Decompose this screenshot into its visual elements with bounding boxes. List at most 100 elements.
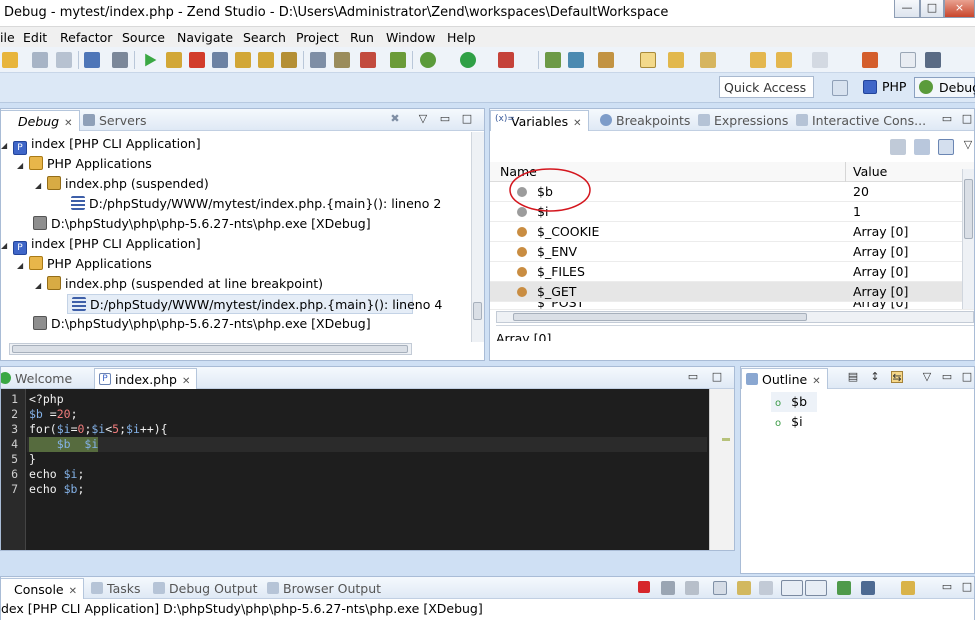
back-icon[interactable]	[776, 52, 792, 68]
resume-icon[interactable]	[145, 53, 157, 67]
tree-item-thread[interactable]: ◢ index.php (suspended)	[35, 174, 209, 194]
use-step-filters-icon[interactable]	[310, 52, 326, 68]
tab-breakpoints[interactable]: Breakpoints	[596, 110, 696, 131]
scroll-thumb[interactable]	[12, 345, 408, 353]
outline-item[interactable]: o $b	[771, 392, 817, 412]
word-wrap-icon[interactable]	[759, 581, 773, 595]
menu-run[interactable]: Run	[350, 30, 374, 45]
wrench-icon[interactable]	[598, 52, 614, 68]
menu-help[interactable]: Help	[447, 30, 476, 45]
expand-icon[interactable]: ◢	[35, 276, 47, 296]
tab-index-php[interactable]: P index.php ✕	[94, 368, 198, 389]
expand-icon[interactable]: ◢	[17, 156, 29, 176]
maximize-view-icon[interactable]: □	[961, 581, 973, 593]
variable-row[interactable]: $_COOKIE Array [0]	[490, 222, 974, 242]
new-window-icon[interactable]	[900, 52, 916, 68]
expand-icon[interactable]: ◢	[35, 176, 47, 196]
variables-hscroll[interactable]	[496, 311, 974, 323]
tree-item-thread[interactable]: ◢ index.php (suspended at line breakpoint…	[35, 274, 323, 294]
variable-detail-pane[interactable]: Array [0]	[496, 327, 551, 341]
close-window-button[interactable]: ×	[944, 0, 975, 18]
remove-launch-icon[interactable]	[661, 581, 675, 595]
php-perspective-button[interactable]: PHP	[858, 77, 910, 98]
quick-access-input[interactable]: Quick Access	[719, 76, 814, 98]
minimize-view-icon[interactable]: ▭	[941, 371, 953, 383]
tree-item-applications[interactable]: ◢ PHP Applications	[17, 154, 152, 174]
tree-item-applications[interactable]: ◢ PHP Applications	[17, 254, 152, 274]
annotation-marker[interactable]	[722, 438, 730, 441]
show-on-output-icon[interactable]	[781, 580, 803, 596]
step-over-icon[interactable]	[258, 52, 274, 68]
disconnect-icon[interactable]	[212, 52, 228, 68]
sort-icon[interactable]: ↕	[869, 371, 881, 383]
tab-debug-output[interactable]: Debug Output	[149, 578, 264, 599]
debug-perspective-button[interactable]: Debug	[914, 77, 975, 98]
tab-browser-output[interactable]: Browser Output	[263, 578, 387, 599]
scroll-lock-icon[interactable]	[737, 581, 751, 595]
maximize-button[interactable]: □	[920, 0, 944, 18]
variable-row[interactable]: $_ENV Array [0]	[490, 242, 974, 262]
step-return-icon[interactable]	[281, 52, 297, 68]
menu-edit[interactable]: Edit	[23, 30, 47, 45]
menu-window[interactable]: Window	[386, 30, 435, 45]
next-annotation-icon[interactable]	[668, 52, 684, 68]
new-icon[interactable]	[2, 52, 18, 68]
save-icon[interactable]	[32, 52, 48, 68]
minimize-button[interactable]: —	[894, 0, 920, 18]
open-perspective-icon[interactable]	[832, 80, 848, 96]
debug-config-icon[interactable]	[360, 52, 376, 68]
variable-row[interactable]: $_POST Array [0]	[490, 302, 974, 310]
close-icon[interactable]: ✕	[69, 586, 77, 597]
tab-console[interactable]: Console ✕	[1, 578, 85, 599]
tab-outline[interactable]: Outline ✕	[741, 368, 828, 389]
scroll-thumb[interactable]	[964, 179, 973, 239]
open-task-icon[interactable]	[925, 52, 941, 68]
prev-annotation-icon[interactable]	[700, 52, 716, 68]
minimize-view-icon[interactable]: ▭	[941, 581, 953, 593]
link-editor-icon[interactable]: ⇆	[891, 371, 903, 384]
scroll-thumb[interactable]	[513, 313, 807, 321]
menu-project[interactable]: Project	[296, 30, 339, 45]
mark-occurrences-icon[interactable]	[640, 52, 656, 68]
step-into-icon[interactable]	[235, 52, 251, 68]
tab-tasks[interactable]: Tasks	[87, 578, 147, 599]
debug-tree-vscroll[interactable]	[471, 132, 484, 342]
menu-file[interactable]: ile	[0, 30, 15, 45]
run-icon[interactable]	[460, 52, 476, 68]
expand-icon[interactable]: ◢	[1, 136, 13, 156]
minimize-view-icon[interactable]: ▭	[439, 113, 451, 125]
variables-vscroll[interactable]	[962, 169, 974, 309]
variable-row[interactable]: $_FILES Array [0]	[490, 262, 974, 282]
minimize-view-icon[interactable]: ▭	[687, 371, 699, 383]
overview-ruler[interactable]	[709, 389, 734, 550]
view-menu-icon[interactable]: ▽	[921, 371, 933, 383]
tab-debug[interactable]: Debug ✕	[1, 110, 80, 131]
remove-all-icon[interactable]	[685, 581, 699, 595]
terminate-icon[interactable]	[638, 581, 650, 593]
clear-console-icon[interactable]	[713, 581, 727, 595]
external-tools-icon[interactable]	[498, 52, 514, 68]
close-icon[interactable]: ✕	[573, 118, 581, 129]
collapse-all-icon[interactable]	[890, 139, 906, 155]
tree-item-process[interactable]: D:\phpStudy\php\php-5.6.27-nts\php.exe […	[33, 214, 371, 234]
debug-icon[interactable]	[420, 52, 436, 68]
column-value[interactable]: Value	[853, 164, 887, 179]
tab-variables[interactable]: (x)= Variables ✕	[490, 110, 589, 131]
suspend-icon[interactable]	[166, 52, 182, 68]
maximize-view-icon[interactable]: □	[961, 113, 973, 125]
debug-tree-hscroll[interactable]	[9, 343, 412, 355]
tree-item-launch[interactable]: ◢ Pindex [PHP CLI Application]	[1, 234, 201, 256]
tab-welcome[interactable]: Welcome	[1, 368, 78, 389]
expand-icon[interactable]: ◢	[1, 236, 13, 256]
close-icon[interactable]: ✕	[182, 376, 190, 387]
expand-icon[interactable]: ◢	[17, 256, 29, 276]
collapse-all-icon[interactable]: ▤	[847, 371, 859, 383]
tab-interactive-console[interactable]: Interactive Cons...	[792, 110, 932, 131]
print-icon[interactable]	[84, 52, 100, 68]
minimize-view-icon[interactable]: ▭	[941, 113, 953, 125]
menu-source[interactable]: Source	[122, 30, 165, 45]
terminate-icon[interactable]	[189, 52, 205, 68]
maximize-view-icon[interactable]: □	[961, 371, 973, 383]
tab-expressions[interactable]: Expressions	[694, 110, 794, 131]
layout-icon[interactable]	[914, 139, 930, 155]
